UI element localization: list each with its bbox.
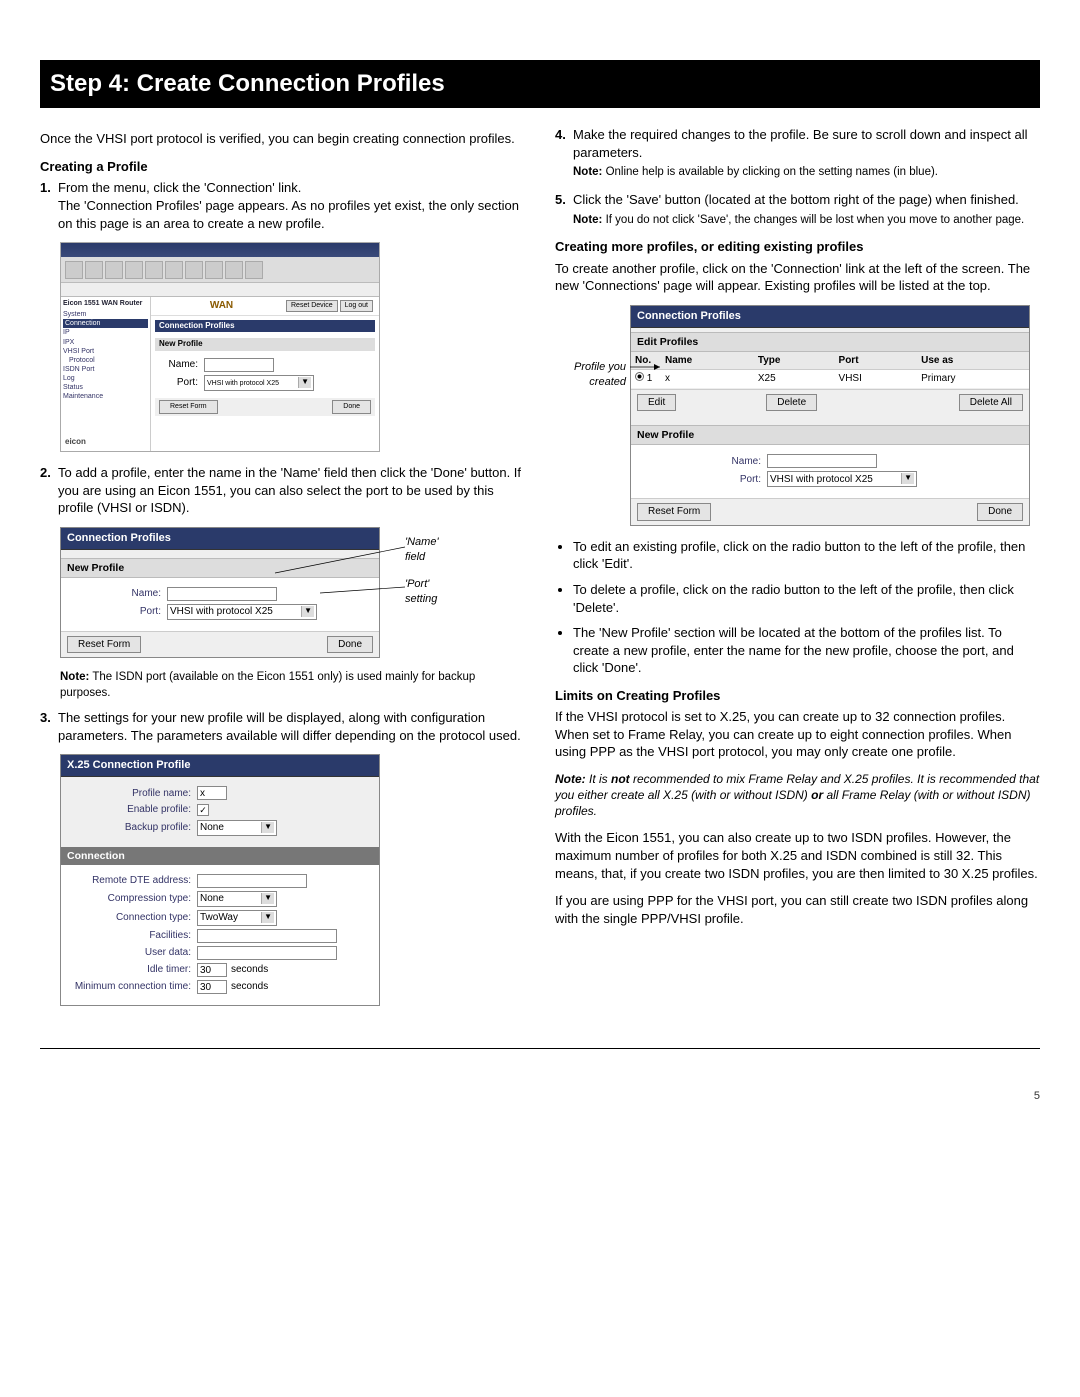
idle-timer-input[interactable]: 30: [197, 963, 227, 977]
note-save-warning: Note: If you do not click 'Save', the ch…: [573, 213, 1040, 229]
step-5-text: Click the 'Save' button (located at the …: [573, 192, 1019, 207]
mini-sidebar: Eicon 1551 WAN Router System Connection …: [61, 297, 151, 451]
step-5: 5. Click the 'Save' button (located at t…: [555, 191, 1040, 228]
note-online-help: Note: Online help is available by clicki…: [573, 165, 1040, 181]
step-4-num: 4.: [555, 126, 566, 144]
conn-type-label: Connection type:: [67, 911, 197, 925]
step-3: 3. The settings for your new profile wil…: [40, 709, 525, 744]
note-isdn: Note: The ISDN port (available on the Ei…: [60, 670, 525, 701]
enable-profile-checkbox[interactable]: ✓: [197, 804, 209, 816]
idle-timer-unit: seconds: [231, 963, 268, 977]
step-1-text-a: From the menu, click the 'Connection' li…: [58, 180, 301, 195]
figure-x25-profile: X.25 Connection Profile Profile name:x E…: [60, 754, 525, 1006]
limits-p2: With the Eicon 1551, you can also create…: [555, 829, 1040, 882]
facilities-label: Facilities:: [67, 929, 197, 943]
callout-port-setting: 'Port' setting: [405, 577, 450, 607]
limits-heading: Limits on Creating Profiles: [555, 687, 1040, 705]
edit-dlg-title: Connection Profiles: [631, 306, 1029, 328]
profile-name-input[interactable]: x: [197, 786, 227, 800]
left-column: Once the VHSI port protocol is verified,…: [40, 126, 525, 1018]
page-number: 5: [40, 1089, 1040, 1104]
creating-profile-heading: Creating a Profile: [40, 158, 525, 176]
done-button[interactable]: Done: [327, 636, 373, 654]
delete-all-button[interactable]: Delete All: [959, 394, 1023, 412]
min-conn-unit: seconds: [231, 980, 268, 994]
th-type: Type: [754, 352, 835, 370]
idle-timer-label: Idle timer:: [67, 963, 197, 977]
profile-radio[interactable]: [635, 372, 644, 381]
step-4-text: Make the required changes to the profile…: [573, 127, 1028, 160]
done-button-2[interactable]: Done: [977, 503, 1023, 521]
creating-more-heading: Creating more profiles, or editing exist…: [555, 238, 1040, 256]
limits-p3: If you are using PPP for the VHSI port, …: [555, 892, 1040, 927]
reset-form-button-2[interactable]: Reset Form: [637, 503, 711, 521]
x25-title: X.25 Connection Profile: [61, 755, 379, 777]
enable-profile-label: Enable profile:: [67, 803, 197, 817]
creating-more-text: To create another profile, click on the …: [555, 260, 1040, 295]
name-input[interactable]: [167, 587, 277, 601]
connection-subheader: Connection: [61, 847, 379, 865]
right-column: 4. Make the required changes to the prof…: [555, 126, 1040, 1018]
step-3-num: 3.: [40, 709, 51, 727]
figure-edit-profiles: Profile you created Connection Profiles …: [555, 305, 1035, 526]
th-name: Name: [661, 352, 754, 370]
remote-dte-label: Remote DTE address:: [67, 874, 197, 888]
port-label: Port:: [67, 605, 167, 619]
new-profile-header: New Profile: [61, 558, 379, 578]
figure-browser-screenshot: Eicon 1551 WAN Router System Connection …: [60, 242, 525, 452]
bullet-edit: To edit an existing profile, click on th…: [573, 538, 1040, 573]
page-title: Step 4: Create Connection Profiles: [40, 60, 1040, 108]
name-label: Name:: [67, 587, 167, 601]
remote-dte-input[interactable]: [197, 874, 307, 888]
profiles-table: No. Name Type Port Use as 1 x X25 VHSI: [631, 352, 1029, 389]
conn-type-select[interactable]: TwoWay: [197, 910, 277, 926]
note-mix-profiles: Note: It is not recommended to mix Frame…: [555, 771, 1040, 820]
reset-form-button[interactable]: Reset Form: [67, 636, 141, 654]
min-conn-label: Minimum connection time:: [67, 980, 197, 994]
edit-button[interactable]: Edit: [637, 394, 676, 412]
new-profile-header-2: New Profile: [631, 425, 1029, 445]
user-data-input[interactable]: [197, 946, 337, 960]
callout-profile-created: Profile you created: [555, 305, 630, 526]
edit-profiles-header: Edit Profiles: [631, 332, 1029, 352]
step-3-text: The settings for your new profile will b…: [58, 710, 521, 743]
user-data-label: User data:: [67, 946, 197, 960]
port-select-2[interactable]: VHSI with protocol X25: [767, 471, 917, 487]
bullet-delete: To delete a profile, click on the radio …: [573, 581, 1040, 616]
facilities-input[interactable]: [197, 929, 337, 943]
callout-name-field: 'Name' field: [405, 535, 450, 565]
dlg-title: Connection Profiles: [61, 528, 379, 550]
th-use: Use as: [917, 352, 1029, 370]
port-select[interactable]: VHSI with protocol X25: [167, 604, 317, 620]
step-1: 1. From the menu, click the 'Connection'…: [40, 179, 525, 232]
limits-p1: If the VHSI protocol is set to X.25, you…: [555, 708, 1040, 761]
step-2: 2. To add a profile, enter the name in t…: [40, 464, 525, 517]
figure-connection-profiles: Connection Profiles New Profile Name: Po…: [60, 527, 450, 659]
backup-profile-select[interactable]: None: [197, 820, 277, 836]
step-4: 4. Make the required changes to the prof…: [555, 126, 1040, 181]
profile-name-label: Profile name:: [67, 787, 197, 801]
step-2-text: To add a profile, enter the name in the …: [58, 465, 521, 515]
step-1-text-b: The 'Connection Profiles' page appears. …: [58, 198, 519, 231]
step-5-num: 5.: [555, 191, 566, 209]
bullet-new-profile: The 'New Profile' section will be locate…: [573, 624, 1040, 677]
table-row: 1 x X25 VHSI Primary: [631, 370, 1029, 389]
name-input-2[interactable]: [767, 454, 877, 468]
step-1-num: 1.: [40, 179, 51, 197]
backup-profile-label: Backup profile:: [67, 821, 197, 835]
compression-label: Compression type:: [67, 892, 197, 906]
intro-text: Once the VHSI port protocol is verified,…: [40, 130, 525, 148]
delete-button[interactable]: Delete: [766, 394, 817, 412]
compression-select[interactable]: None: [197, 891, 277, 907]
port-label-2: Port:: [637, 473, 767, 487]
step-2-num: 2.: [40, 464, 51, 482]
th-no: No.: [631, 352, 661, 370]
th-port: Port: [835, 352, 918, 370]
name-label-2: Name:: [637, 455, 767, 469]
min-conn-input[interactable]: 30: [197, 980, 227, 994]
